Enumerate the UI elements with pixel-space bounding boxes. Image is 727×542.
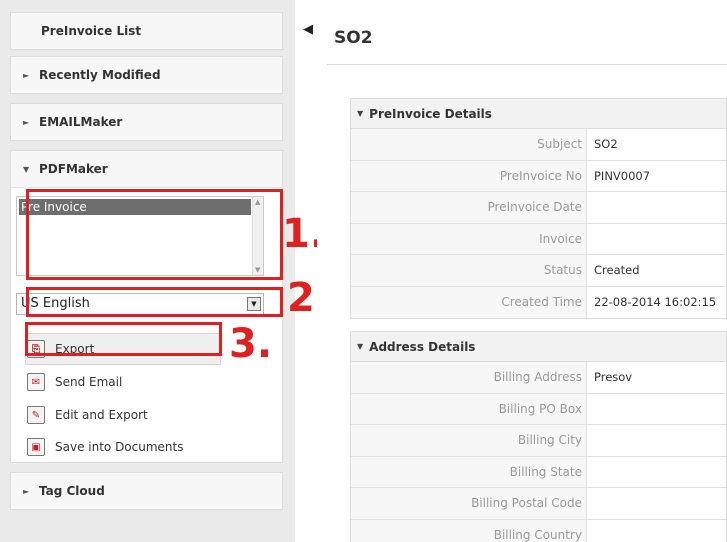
detail-row: Billing Postal Code <box>351 488 726 520</box>
detail-label: Billing Postal Code <box>351 488 587 519</box>
caret-right-icon: ► <box>23 117 30 127</box>
detail-label: Billing Country <box>351 519 587 542</box>
detail-value <box>587 520 726 542</box>
pdf-edit-icon: ✎ <box>27 406 45 424</box>
panel-recently-modified-header[interactable]: ► Recently Modified <box>11 57 282 93</box>
preinvoice-details-heading: PreInvoice Details <box>369 106 492 121</box>
detail-row: Billing PO Box <box>351 393 726 425</box>
detail-label: Billing City <box>351 425 587 456</box>
detail-value <box>587 457 726 488</box>
caret-right-icon: ► <box>23 486 30 496</box>
detail-value <box>587 394 726 425</box>
detail-row: Billing City <box>351 425 726 457</box>
collapse-sidebar-button[interactable]: ◀ <box>297 19 319 41</box>
panel-tag-cloud[interactable]: ► Tag Cloud <box>10 472 283 510</box>
detail-row: Subject SO2 <box>351 129 726 161</box>
detail-label: Subject <box>351 129 587 160</box>
panel-emailmaker[interactable]: ► EMAILMaker <box>10 103 283 141</box>
detail-value: Created <box>594 263 640 277</box>
detail-row: PreInvoice Date <box>351 192 726 224</box>
pdf-save-icon: ▣ <box>27 438 45 456</box>
preinvoice-details-header[interactable]: ▼ PreInvoice Details <box>351 99 726 129</box>
annotation-box-3 <box>25 322 222 356</box>
send-email-button[interactable]: ✉ Send Email <box>27 369 122 395</box>
detail-label: Billing PO Box <box>351 393 587 424</box>
divider <box>327 64 727 65</box>
panel-emailmaker-header[interactable]: ► EMAILMaker <box>11 104 282 140</box>
panel-tag-cloud-title: Tag Cloud <box>39 484 105 498</box>
detail-value <box>587 224 726 255</box>
address-details-block: ▼ Address Details Billing Address Presov … <box>350 331 727 542</box>
detail-value: SO2 <box>594 137 618 151</box>
detail-row: Created Time 22-08-2014 16:02:15 <box>351 286 726 318</box>
detail-row: Billing State <box>351 456 726 488</box>
detail-label: Billing State <box>351 456 587 487</box>
address-details-header[interactable]: ▼ Address Details <box>351 332 726 362</box>
panel-preinvoice-list[interactable]: PreInvoice List <box>10 12 283 50</box>
annotation-box-2 <box>26 287 283 317</box>
panel-tag-cloud-header[interactable]: ► Tag Cloud <box>11 473 282 509</box>
detail-value <box>587 488 726 519</box>
panel-pdfmaker-header[interactable]: ▼ PDFMaker <box>11 151 282 187</box>
save-into-documents-label: Save into Documents <box>55 440 184 454</box>
panel-recently-modified[interactable]: ► Recently Modified <box>10 56 283 94</box>
detail-label: Billing Address <box>351 362 587 393</box>
detail-value <box>587 425 726 456</box>
panel-preinvoice-list-title[interactable]: PreInvoice List <box>11 13 282 49</box>
detail-row: Status Created <box>351 255 726 287</box>
detail-value: Presov <box>594 370 633 384</box>
edit-and-export-label: Edit and Export <box>55 408 148 422</box>
send-email-label: Send Email <box>55 375 123 389</box>
detail-value <box>587 192 726 223</box>
detail-label: Created Time <box>351 286 587 318</box>
annotation-box-1 <box>26 189 283 280</box>
page-title: SO2 <box>334 28 373 48</box>
detail-row: PreInvoice No PINV0007 <box>351 160 726 192</box>
caret-down-icon: ▼ <box>23 164 30 174</box>
detail-label: Invoice <box>351 223 587 254</box>
main-content: SO2 ▼ PreInvoice Details Subject SO2 PreI… <box>317 0 727 542</box>
annotation-number-3: 3. <box>229 321 273 367</box>
detail-label: Status <box>351 255 587 286</box>
detail-value: 22-08-2014 16:02:15 <box>594 294 717 309</box>
detail-row: Billing Address Presov <box>351 362 726 394</box>
caret-right-icon: ► <box>23 70 30 80</box>
panel-pdfmaker-title: PDFMaker <box>39 162 108 176</box>
address-details-heading: Address Details <box>369 339 476 354</box>
detail-label: PreInvoice Date <box>351 192 587 223</box>
preinvoice-details-block: ▼ PreInvoice Details Subject SO2 PreInvoi… <box>350 98 727 319</box>
panel-recently-modified-title: Recently Modified <box>39 68 161 82</box>
detail-row: Billing Country <box>351 519 726 542</box>
panel-emailmaker-title: EMAILMaker <box>39 115 123 129</box>
detail-value: PINV0007 <box>594 168 651 183</box>
detail-row: Invoice <box>351 223 726 255</box>
detail-label: PreInvoice No <box>351 160 587 191</box>
caret-down-icon: ▼ <box>357 109 364 118</box>
edit-and-export-button[interactable]: ✎ Edit and Export <box>27 402 148 428</box>
pdf-email-icon: ✉ <box>27 373 45 391</box>
save-into-documents-button[interactable]: ▣ Save into Documents <box>27 434 184 460</box>
caret-down-icon: ▼ <box>357 342 364 351</box>
